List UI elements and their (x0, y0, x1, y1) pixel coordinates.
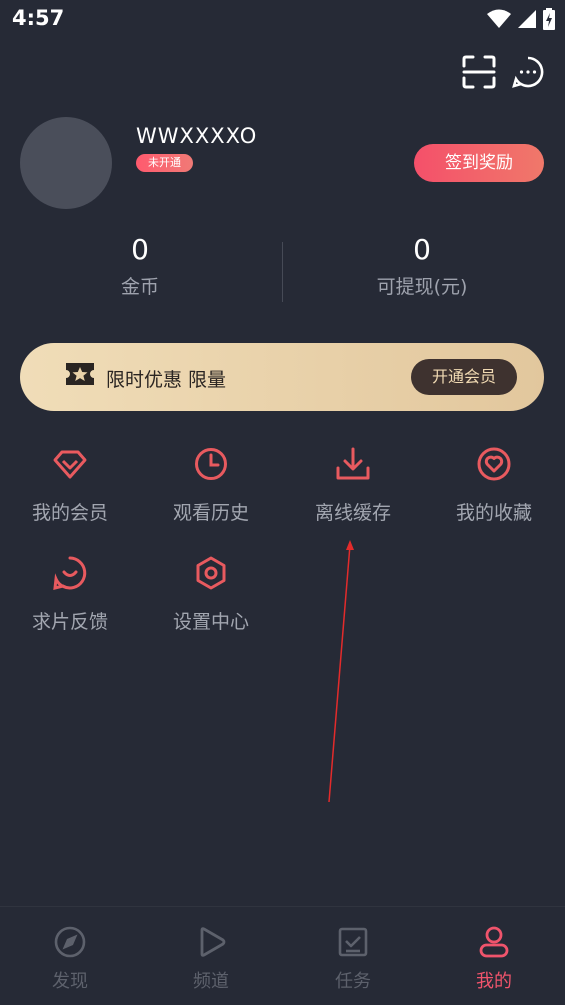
nav-label: 发现 (52, 971, 88, 992)
coins-label: 金币 (120, 276, 159, 298)
avatar[interactable] (20, 117, 112, 209)
coins-stat[interactable]: 0 金币 (20, 232, 260, 299)
withdrawable-label: 可提现(元) (376, 276, 468, 298)
status-icons (487, 8, 555, 30)
task-icon (338, 927, 368, 957)
clock-icon (195, 448, 227, 480)
play-icon (200, 927, 226, 957)
promo-text: 限时优惠 限量 (106, 369, 227, 391)
menu-label: 观看历史 (172, 502, 249, 524)
signal-icon (518, 10, 536, 28)
withdrawable-value: 0 (413, 233, 431, 266)
nav-tab-mine[interactable]: 我的 (444, 925, 544, 993)
withdrawable-stat[interactable]: 0 可提现(元) (302, 232, 542, 299)
menu-label: 设置中心 (172, 611, 249, 633)
menu-label: 我的收藏 (455, 502, 532, 524)
vip-promo-banner[interactable]: 限时优惠 限量 开通会员 (20, 343, 544, 411)
menu-offline-cache[interactable]: 离线缓存 (288, 446, 418, 536)
settings-icon (196, 556, 226, 590)
vip-status-badge: 未开通 (136, 154, 193, 172)
menu-label: 我的会员 (31, 502, 108, 524)
download-icon (336, 447, 370, 480)
message-icon[interactable] (508, 52, 548, 92)
username[interactable]: WWXXXXO (136, 124, 257, 148)
nav-label: 我的 (476, 971, 512, 992)
status-bar: 4:57 (0, 0, 565, 38)
menu-watch-history[interactable]: 观看历史 (146, 446, 276, 536)
open-vip-button[interactable]: 开通会员 (411, 359, 517, 395)
status-time: 4:57 (12, 6, 65, 30)
nav-label: 任务 (335, 971, 371, 992)
battery-icon (543, 8, 555, 30)
menu-my-favorites[interactable]: 我的收藏 (429, 446, 559, 536)
checkin-reward-button[interactable]: 签到奖励 (414, 144, 544, 182)
nav-tab-tasks[interactable]: 任务 (303, 925, 403, 993)
stat-divider (282, 242, 283, 302)
menu-settings[interactable]: 设置中心 (146, 555, 276, 645)
bottom-nav: 发现 频道 任务 我的 (0, 906, 565, 1005)
menu-my-vip[interactable]: 我的会员 (5, 446, 135, 536)
diamond-icon (53, 450, 87, 479)
menu-feedback[interactable]: 求片反馈 (5, 555, 135, 645)
wifi-icon (487, 9, 511, 28)
menu-label: 求片反馈 (31, 611, 108, 633)
scan-icon[interactable] (459, 52, 499, 92)
menu-label: 离线缓存 (314, 502, 391, 524)
heart-icon (477, 447, 511, 481)
coins-value: 0 (131, 233, 149, 266)
feedback-icon (53, 556, 87, 590)
nav-tab-channel[interactable]: 频道 (161, 925, 261, 993)
nav-tab-discover[interactable]: 发现 (20, 925, 120, 993)
ticket-star-icon (66, 363, 94, 385)
compass-icon (54, 926, 86, 958)
user-icon (479, 926, 509, 958)
nav-label: 频道 (193, 971, 229, 992)
